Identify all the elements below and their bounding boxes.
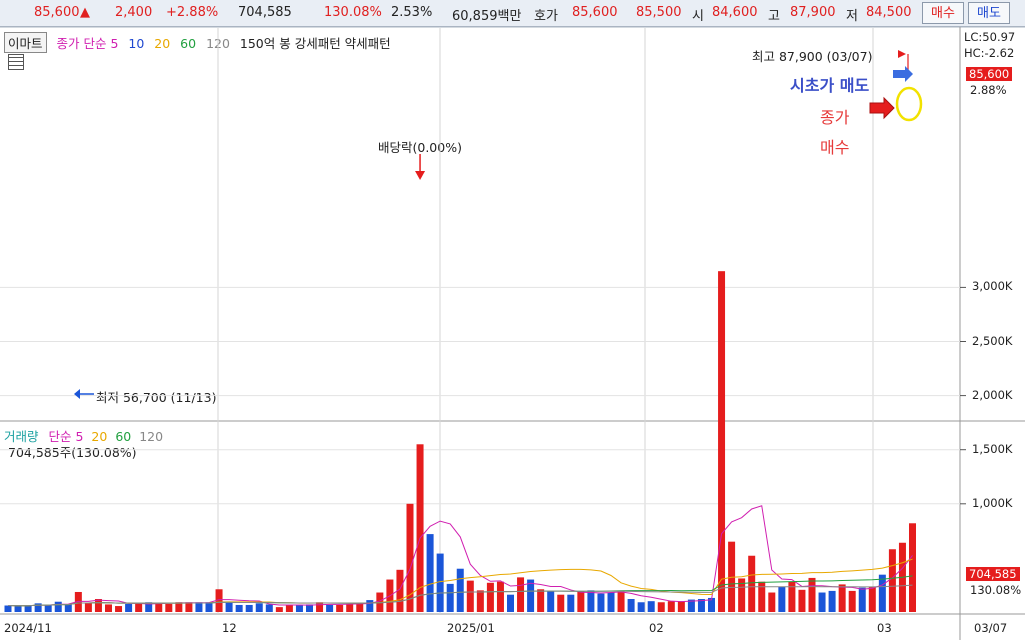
volume-bar <box>4 605 12 612</box>
volume-bar <box>356 603 364 612</box>
volume-bar <box>617 591 625 612</box>
volume-bar <box>245 604 253 612</box>
volume-bar <box>537 589 545 612</box>
dividend-arrow-icon <box>415 171 426 180</box>
volume-bar <box>466 580 474 612</box>
close-buy-arrow-icon <box>869 96 895 120</box>
volume-bar <box>436 553 444 612</box>
volume-bar <box>185 602 193 612</box>
volume-bar <box>265 604 273 612</box>
volume-bar <box>125 603 133 612</box>
volume-bar <box>627 599 635 612</box>
volume-bar <box>818 592 826 612</box>
volume-bar <box>547 591 555 612</box>
volume-bar <box>567 594 575 612</box>
low-arrow-icon <box>74 389 80 399</box>
highlight-circle <box>895 86 923 122</box>
volume-bar <box>637 602 645 612</box>
volume-bar <box>838 584 846 612</box>
volume-bar <box>677 601 685 612</box>
volume-bar <box>426 534 434 612</box>
volume-bar <box>346 603 354 612</box>
volume-bar <box>828 590 836 612</box>
volume-bar <box>94 599 102 612</box>
volume-bar <box>54 601 62 612</box>
volume-bar <box>326 604 334 612</box>
volume-bar <box>446 583 454 612</box>
volume-bar <box>135 603 143 612</box>
volume-bar <box>848 590 856 612</box>
volume-bar <box>336 604 344 612</box>
volume-bar <box>486 582 494 612</box>
volume-bar <box>718 271 726 612</box>
volume-bar <box>24 605 32 612</box>
volume-bar <box>44 605 52 612</box>
volume-bar <box>195 602 203 612</box>
volume-bar <box>285 604 293 612</box>
volume-bar <box>858 587 866 612</box>
volume-bar <box>587 590 595 612</box>
volume-bar <box>878 574 886 612</box>
volume-bar <box>527 579 535 612</box>
volume-bar <box>64 604 72 612</box>
volume-bar <box>798 589 806 612</box>
volume-bar <box>235 604 243 612</box>
volume-bar <box>105 604 112 612</box>
volume-bar <box>316 602 324 612</box>
volume-bar <box>14 606 22 612</box>
volume-bar <box>647 601 655 612</box>
volume-bar <box>165 603 173 612</box>
volume-bar <box>768 592 776 612</box>
volume-bar <box>115 606 123 612</box>
volume-bar <box>295 604 303 612</box>
open-sell-arrow-icon <box>893 66 913 82</box>
volume-bar <box>517 577 525 612</box>
volume-bar <box>748 555 756 612</box>
volume-bar <box>888 549 896 612</box>
volume-bar <box>577 591 585 612</box>
volume-bar <box>597 593 605 612</box>
volume-bar <box>868 587 876 612</box>
volume-bar <box>557 594 565 612</box>
stock-chart[interactable] <box>0 0 1025 640</box>
volume-bar <box>507 594 514 612</box>
volume-bar <box>667 601 675 612</box>
volume-bar <box>255 603 263 612</box>
volume-bar <box>607 592 615 612</box>
volume-bar <box>84 603 92 612</box>
volume-bar <box>175 602 183 612</box>
volume-bar <box>778 586 786 612</box>
volume-bar <box>225 602 233 612</box>
volume-bar <box>808 577 816 612</box>
volume-bar <box>456 568 464 612</box>
high-arrow-icon <box>898 50 906 58</box>
volume-bar <box>909 523 916 612</box>
volume-bar <box>366 600 374 612</box>
volume-bar <box>476 590 484 612</box>
volume-bar <box>205 602 213 612</box>
volume-bar <box>496 581 504 612</box>
volume-bar <box>275 607 283 612</box>
volume-bar <box>657 602 665 612</box>
